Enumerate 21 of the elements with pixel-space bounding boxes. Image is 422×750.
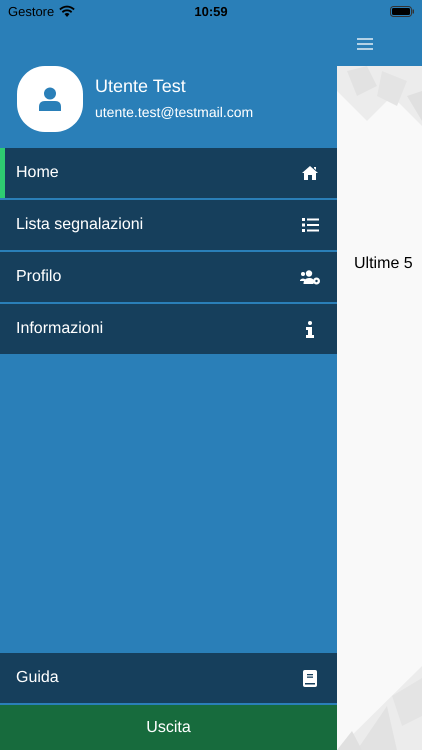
drawer-item[interactable]: Informazioni: [0, 304, 337, 354]
user-icon: [39, 87, 61, 111]
user-email: utente.test@testmail.com: [95, 104, 254, 120]
list-icon: [302, 218, 318, 232]
drawer-item[interactable]: Home: [0, 148, 337, 198]
info-icon: [306, 320, 314, 338]
menu-icon[interactable]: [357, 38, 373, 50]
carrier-label: Gestore: [8, 4, 54, 18]
users-gear-icon: [300, 270, 320, 284]
clock-time: 10:59: [194, 4, 228, 18]
home-icon: [301, 165, 319, 181]
book-icon: [303, 670, 317, 686]
selection-bar: [0, 148, 5, 198]
wifi-icon: [59, 5, 76, 17]
drawer-item[interactable]: Lista segnalazioni: [0, 200, 337, 250]
drawer-item[interactable]: Guida: [0, 653, 337, 703]
battery-icon: [390, 6, 414, 16]
logout-button[interactable]: Uscita: [0, 705, 337, 750]
section-heading: Ultime 5: [354, 255, 413, 273]
user-name: Utente Test: [95, 76, 187, 97]
drawer-item[interactable]: Profilo: [0, 252, 337, 302]
